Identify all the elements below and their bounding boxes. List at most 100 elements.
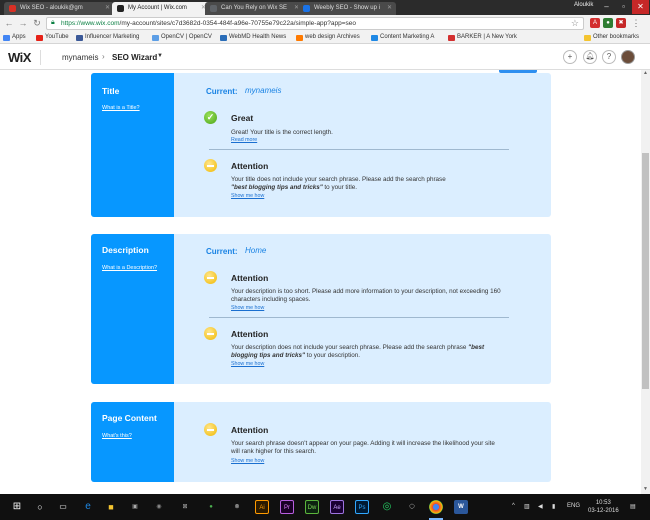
clock-date: 03-12-2016 <box>588 508 619 514</box>
bookmark-youtube[interactable]: YouTube <box>36 34 69 41</box>
other-bookmarks[interactable]: Other bookmarks <box>584 34 639 41</box>
app-icon[interactable]: ⊗ <box>230 500 244 514</box>
language-indicator[interactable]: ENG <box>567 503 580 509</box>
warning-icon <box>204 159 217 172</box>
bookmark-influencer[interactable]: Influencer Marketing <box>76 34 139 41</box>
whatsapp-icon[interactable]: ◎ <box>380 500 394 514</box>
scroll-up-icon[interactable]: ▲ <box>641 70 650 78</box>
bookmark-icon <box>371 35 378 41</box>
card-sidebar: Title What is a Title? <box>91 73 174 217</box>
after-effects-icon[interactable]: Ae <box>330 500 344 514</box>
extension-icon[interactable]: ✖ <box>616 18 626 28</box>
show-me-how-link[interactable]: Show me how <box>231 361 264 367</box>
bookmark-web-design[interactable]: web design Archives <box>296 34 360 41</box>
show-me-how-link[interactable]: Show me how <box>231 305 264 311</box>
page-favicon-icon <box>210 5 217 12</box>
bookmark-barker[interactable]: BARKER | A New York <box>448 34 517 41</box>
tray-arrow-icon[interactable]: ^ <box>512 503 515 509</box>
dreamweaver-icon[interactable]: Dw <box>305 500 319 514</box>
close-tab-icon[interactable]: ✕ <box>387 4 392 11</box>
notifications-icon[interactable]: ▤ <box>630 503 636 510</box>
forward-icon[interactable]: → <box>17 17 29 29</box>
tab-my-account[interactable]: My Account | Wix.com ✕ <box>112 2 210 15</box>
divider <box>209 317 509 318</box>
read-more-link[interactable]: Read more <box>231 137 257 143</box>
avatar[interactable] <box>621 50 635 64</box>
bell-icon[interactable]: 🔔︎ <box>583 50 597 64</box>
current-label: Current: <box>206 87 238 96</box>
extension-icon[interactable]: A <box>590 18 600 28</box>
maximize-icon[interactable]: ▫ <box>615 0 632 14</box>
app-switcher[interactable]: SEO Wizard <box>112 53 157 62</box>
premiere-icon[interactable]: Pr <box>280 500 294 514</box>
search-icon[interactable]: ○ <box>33 500 47 514</box>
bookmark-content-marketing[interactable]: Content Marketing A <box>371 34 434 41</box>
bookmark-icon <box>448 35 455 41</box>
add-button[interactable]: + <box>563 50 577 64</box>
site-name[interactable]: mynameis <box>62 53 98 62</box>
volume-icon[interactable]: ◀︎ <box>538 503 543 510</box>
bookmark-webmd[interactable]: WebMD Health News <box>220 34 286 41</box>
close-window-icon[interactable]: ✕ <box>632 0 649 14</box>
word-icon[interactable]: W <box>454 500 468 514</box>
check-message: Your title does not include your search … <box>231 176 446 191</box>
clock[interactable]: 10:53 03-12-2016 <box>588 499 619 515</box>
extension-icon[interactable]: ● <box>603 18 613 28</box>
scrollbar-thumb[interactable] <box>642 153 649 389</box>
app-icon[interactable]: ● <box>204 500 218 514</box>
tab-weebly-seo[interactable]: Weebly SEO - Show up i ✕ <box>298 2 396 15</box>
what-is-title-link[interactable]: What is a Title? <box>102 105 140 111</box>
check-status: Great <box>231 113 254 123</box>
store-icon[interactable]: ▣ <box>128 500 142 514</box>
tab-wix-seo-mail[interactable]: Wix SEO - aloukik@gm ✕ <box>4 2 114 15</box>
current-value: Home <box>245 246 267 255</box>
what-is-description-link[interactable]: What is a Description? <box>102 265 157 271</box>
scroll-down-icon[interactable]: ▼ <box>641 486 650 494</box>
app-icon[interactable]: ◌ <box>405 500 419 514</box>
wix-favicon-icon <box>117 5 124 12</box>
tab-title: Weebly SEO - Show up i <box>314 5 380 11</box>
check-status: Attention <box>231 273 269 283</box>
seo-card-description: Description What is a Description? Curre… <box>91 234 551 384</box>
help-button[interactable]: ? <box>602 50 616 64</box>
file-explorer-icon[interactable]: ■ <box>104 500 118 514</box>
url-text[interactable]: https://www.wix.com/my-account/sites/c7d… <box>61 20 356 27</box>
windows-start-icon[interactable]: ⊞ <box>10 500 24 514</box>
illustrator-icon[interactable]: Ai <box>255 500 269 514</box>
whats-this-link[interactable]: What's this? <box>102 433 132 439</box>
address-bar[interactable]: 🔒︎ https://www.wix.com/my-account/sites/… <box>46 17 584 30</box>
chrome-icon[interactable] <box>429 500 443 514</box>
media-icon[interactable]: ◉ <box>152 500 166 514</box>
profile-name[interactable]: Aloukik <box>574 2 593 8</box>
show-me-how-link[interactable]: Show me how <box>231 458 264 464</box>
bookmark-star-icon[interactable]: ☆ <box>571 18 579 29</box>
close-tab-icon[interactable]: ✕ <box>105 4 110 11</box>
network-icon[interactable]: ▥ <box>524 503 530 510</box>
reload-icon[interactable]: ↻ <box>31 17 43 29</box>
tab-title: Can You Rely on Wix SE <box>221 5 288 11</box>
task-view-icon[interactable]: ▭ <box>56 500 70 514</box>
youtube-icon <box>36 35 43 41</box>
minimize-icon[interactable]: – <box>598 0 615 14</box>
chevron-down-icon[interactable]: ▼ <box>157 53 163 59</box>
bookmark-opencv[interactable]: OpenCV | OpenCV <box>152 34 212 41</box>
back-icon[interactable]: ← <box>3 17 15 29</box>
tab-title: My Account | Wix.com <box>128 5 187 11</box>
bookmark-apps[interactable]: Apps <box>3 34 26 41</box>
check-message: Your description does not include your s… <box>231 344 485 359</box>
show-me-how-link[interactable]: Show me how <box>231 193 264 199</box>
wix-logo[interactable]: WiX <box>8 50 31 65</box>
breadcrumb-arrow-icon: › <box>102 52 105 61</box>
card-sidebar: Page Content What's this? <box>91 402 174 482</box>
app-icon[interactable]: ⊠ <box>178 500 192 514</box>
photoshop-icon[interactable]: Ps <box>355 500 369 514</box>
menu-icon[interactable]: ⋮ <box>631 18 641 28</box>
gmail-icon <box>9 5 16 12</box>
battery-icon[interactable]: ▮ <box>552 503 555 510</box>
check-status: Attention <box>231 329 269 339</box>
lock-icon: 🔒︎ <box>51 19 55 26</box>
edge-icon[interactable]: e <box>81 500 95 514</box>
opencv-icon <box>152 35 159 41</box>
tab-can-you-rely[interactable]: Can You Rely on Wix SE ✕ <box>205 2 303 15</box>
clock-time: 10:53 <box>595 500 611 506</box>
